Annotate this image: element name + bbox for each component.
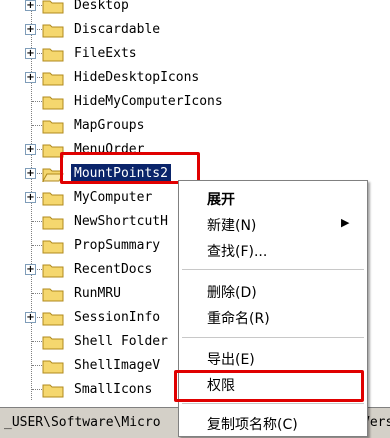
tree-item-label: Desktop [74,0,129,13]
menu-item-label: 导出(E) [207,352,255,368]
tree-branch-line [32,125,42,126]
tree-branch-line [32,389,42,390]
tree-item-label: HideDesktopIcons [74,70,200,85]
expand-plus-icon[interactable]: + [25,192,36,203]
folder-icon [42,216,64,230]
menu-item-new[interactable]: 新建(N) ▶ [179,211,367,237]
menu-separator [182,403,364,404]
expand-plus-icon[interactable]: + [25,144,36,155]
tree-item-label: ShellImageV [74,358,161,373]
folder-icon [42,96,64,110]
tree-item-label: RunMRU [74,286,121,301]
submenu-arrow-icon: ▶ [341,216,350,229]
folder-icon [42,336,64,350]
expand-plus-icon[interactable]: + [25,24,36,35]
tree-item-discardable[interactable]: + Discardable [0,18,390,42]
status-path: _USER\Software\Micro [4,415,161,430]
folder-icon [42,288,64,302]
tree-branch-line [32,341,42,342]
expand-plus-icon[interactable]: + [25,48,36,59]
tree-branch-line [32,101,42,102]
tree-item-label: RecentDocs [74,262,153,277]
tree-item-hidemycomputericons[interactable]: HideMyComputerIcons [0,90,390,114]
folder-icon [42,240,64,254]
expand-plus-icon[interactable]: + [25,264,36,275]
tree-item-label: MapGroups [74,118,145,133]
menu-item-label: 复制项名称(C) [207,417,298,433]
menu-item-label: 展开 [207,192,235,208]
tree-branch-line [32,245,42,246]
menu-item-label: 查找(F)... [207,244,268,260]
tree-item-mapgroups[interactable]: MapGroups [0,114,390,138]
folder-icon [42,312,64,326]
menu-item-find[interactable]: 查找(F)... [179,237,367,263]
menu-item-rename[interactable]: 重命名(R) [179,304,367,330]
tree-item-fileexts[interactable]: + FileExts [0,42,390,66]
folder-icon [42,384,64,398]
folder-icon [42,264,64,278]
menu-item-delete[interactable]: 删除(D) [179,278,367,304]
menu-item-label: 重命名(R) [207,311,270,327]
folder-icon [42,120,64,134]
menu-item-expand[interactable]: 展开 [179,185,367,211]
tree-item-label: HideMyComputerIcons [74,94,223,109]
menu-item-label: 新建(N) [207,218,257,234]
menu-separator [182,269,364,270]
tree-item-label: MyComputer [74,190,153,205]
expand-plus-icon[interactable]: + [25,168,36,179]
expand-plus-icon[interactable]: + [25,72,36,83]
folder-icon [42,72,64,86]
folder-icon [42,360,64,374]
tree-item-label: Discardable [74,22,161,37]
menu-item-export[interactable]: 导出(E) [179,345,367,371]
tree-branch-line [32,293,42,294]
menu-separator [182,337,364,338]
tree-item-desktop[interactable]: + Desktop [0,0,390,18]
folder-icon [42,24,64,38]
tree-item-label: FileExts [74,46,137,61]
tree-branch-line [32,365,42,366]
tree-item-hidedesktopicons[interactable]: + HideDesktopIcons [0,66,390,90]
menu-item-copy-key-name[interactable]: 复制项名称(C) [179,410,367,436]
expand-plus-icon[interactable]: + [25,312,36,323]
folder-icon [42,0,64,14]
menu-item-label: 删除(D) [207,285,257,301]
tree-item-label: SmallIcons [74,382,153,397]
tree-branch-line [32,221,42,222]
tree-item-label: SessionInfo [74,310,161,325]
tree-item-label: Shell Folder [74,334,168,349]
tree-item-label: PropSummary [74,238,161,253]
folder-icon [42,192,64,206]
tree-item-label: NewShortcutH [74,214,168,229]
expand-plus-icon[interactable]: + [25,0,36,11]
annotation-highlight-box [174,370,364,402]
folder-icon [42,48,64,62]
